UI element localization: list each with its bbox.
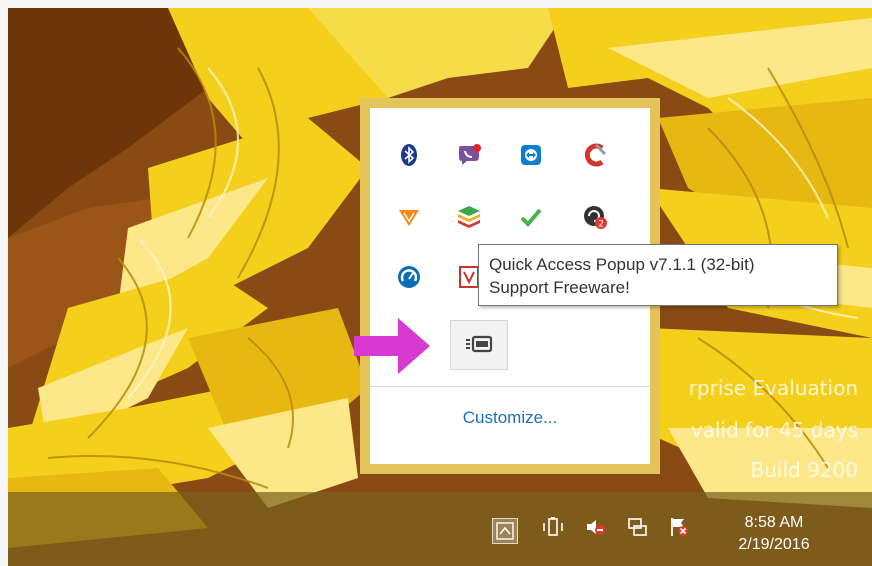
speedtest-tray-icon[interactable] [390, 258, 428, 296]
ccleaner-icon [584, 143, 607, 167]
tooltip-line2: Support Freeware! [489, 278, 630, 297]
network-icon[interactable] [626, 516, 648, 538]
svg-text:2: 2 [598, 220, 604, 230]
popup-separator [370, 386, 650, 387]
action-center-flag-icon[interactable] [668, 516, 690, 538]
check-tray-icon[interactable] [512, 198, 550, 236]
wps-office-icon [399, 210, 419, 226]
taskbar-clock[interactable]: 8:58 AM 2/19/2016 [728, 512, 820, 556]
power-icon[interactable] [542, 516, 564, 538]
tooltip-line1: Quick Access Popup v7.1.1 (32-bit) [489, 255, 755, 274]
teamviewer-icon [521, 145, 541, 165]
clock-time: 8:58 AM [744, 514, 804, 531]
annotation-arrow-icon [354, 318, 430, 374]
ccleaner-tray-icon[interactable] [576, 136, 614, 174]
quick-access-popup-icon [466, 335, 493, 353]
clock-date: 2/19/2016 [738, 536, 810, 553]
show-hidden-icons-icon [496, 522, 514, 540]
teamviewer-tray-icon[interactable] [512, 136, 550, 174]
evaluation-watermark-line2: valid for 45 days [690, 418, 858, 442]
bluestacks-tray-icon[interactable] [450, 198, 488, 236]
volume-muted-icon[interactable] [584, 516, 606, 538]
show-hidden-icons-button[interactable] [492, 518, 518, 544]
viber-tray-icon[interactable] [450, 136, 488, 174]
viber-icon [459, 144, 481, 165]
pdf-icon [459, 266, 479, 288]
wps-office-tray-icon[interactable] [390, 198, 428, 236]
bluetooth-tray-icon[interactable] [390, 136, 428, 174]
bluestacks-icon [458, 206, 480, 228]
update-tray-icon[interactable]: 2 [576, 198, 614, 236]
update-icon: 2 [584, 206, 607, 230]
evaluation-watermark-line1: rprise Evaluation [688, 376, 858, 400]
bluetooth-icon [401, 144, 417, 166]
quick-access-popup-tray-icon[interactable] [450, 320, 508, 370]
tray-icon-tooltip: Quick Access Popup v7.1.1 (32-bit) Suppo… [478, 244, 838, 306]
customize-link[interactable]: Customize... [370, 408, 650, 428]
taskbar: 8:58 AM 2/19/2016 [8, 492, 872, 566]
check-icon [520, 208, 542, 227]
speedtest-icon [398, 266, 420, 288]
desktop-screen: rprise Evaluation valid for 45 days Buil… [8, 8, 872, 566]
evaluation-watermark-line3: Build 9200 [750, 458, 858, 482]
